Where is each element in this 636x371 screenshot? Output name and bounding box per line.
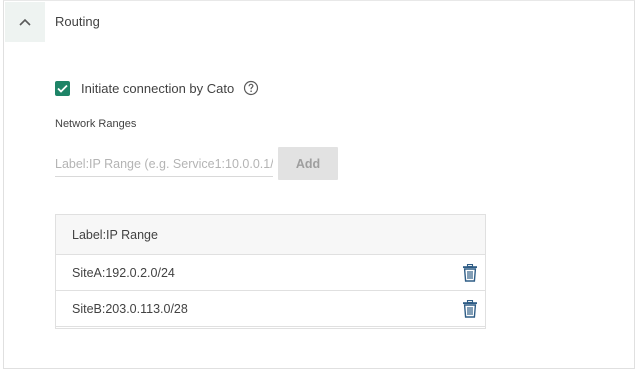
table-row: SiteA:192.0.2.0/24: [56, 255, 485, 291]
trash-icon[interactable]: [461, 299, 479, 319]
network-range-input[interactable]: [55, 151, 273, 177]
table-cell-range: SiteA:192.0.2.0/24: [72, 265, 175, 280]
initiate-connection-checkbox[interactable]: [55, 80, 70, 96]
question-circle-icon[interactable]: [243, 80, 259, 96]
section-header: Routing: [4, 1, 634, 43]
checkmark-icon: [57, 84, 68, 93]
initiate-connection-label: Initiate connection by Cato: [81, 80, 235, 96]
network-ranges-table: Label:IP Range SiteA:192.0.2.0/24 SiteB:…: [55, 214, 486, 329]
section-title: Routing: [55, 14, 100, 29]
table-cell-range: SiteB:203.0.113.0/28: [72, 301, 188, 316]
add-button[interactable]: Add: [278, 147, 338, 180]
collapse-button[interactable]: [5, 2, 45, 42]
routing-panel: Routing Initiate connection by Cato Netw…: [3, 0, 635, 369]
network-ranges-label: Network Ranges: [55, 118, 137, 130]
chevron-up-icon: [19, 18, 31, 26]
table-header: Label:IP Range: [56, 215, 485, 255]
table-row: SiteB:203.0.113.0/28: [56, 291, 485, 327]
trash-icon[interactable]: [461, 263, 479, 283]
initiate-connection-row: Initiate connection by Cato: [55, 79, 259, 97]
